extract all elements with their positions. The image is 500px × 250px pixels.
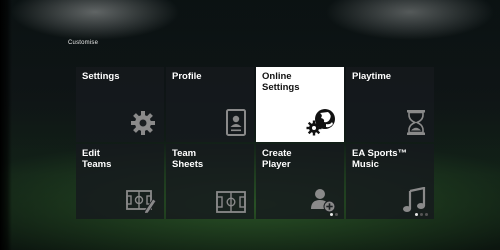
dot [425, 213, 428, 216]
tile-label: EA Sports™ Music [352, 148, 408, 170]
tile-label: Settings [82, 71, 120, 82]
globe-gear-icon [306, 109, 336, 136]
tile-label: Create Player [262, 148, 292, 170]
gear-icon [126, 110, 156, 136]
tile-label: Profile [172, 71, 202, 82]
dot [335, 213, 338, 216]
tile-profile[interactable]: Profile [166, 67, 254, 142]
page-title: Customise [68, 40, 99, 46]
dot-active [415, 213, 418, 216]
dot [420, 213, 423, 216]
carousel-dots [415, 213, 428, 216]
tile-online-settings[interactable]: Online Settings [256, 67, 344, 142]
hourglass-icon [396, 110, 426, 136]
dot-active [330, 213, 333, 216]
tile-settings[interactable]: Settings [76, 67, 164, 142]
tile-team-sheets[interactable]: Team Sheets [166, 144, 254, 219]
customise-menu-grid: Settings Profile Online Settings Playtim… [76, 67, 436, 219]
carousel-dots [330, 213, 338, 216]
tile-label: Team Sheets [172, 148, 204, 170]
tile-create-player[interactable]: Create Player [256, 144, 344, 219]
pitch-edit-icon [126, 187, 156, 213]
tile-label: Online Settings [262, 71, 300, 93]
add-user-icon [306, 187, 336, 213]
tile-label: Edit Teams [82, 148, 112, 170]
pitch-icon [216, 187, 246, 213]
tile-playtime[interactable]: Playtime [346, 67, 434, 142]
tile-edit-teams[interactable]: Edit Teams [76, 144, 164, 219]
tile-ea-sports-music[interactable]: EA Sports™ Music [346, 144, 434, 219]
music-note-icon [396, 187, 426, 213]
id-card-icon [216, 109, 246, 136]
tile-label: Playtime [352, 71, 392, 82]
left-edge-shadow [0, 0, 12, 250]
